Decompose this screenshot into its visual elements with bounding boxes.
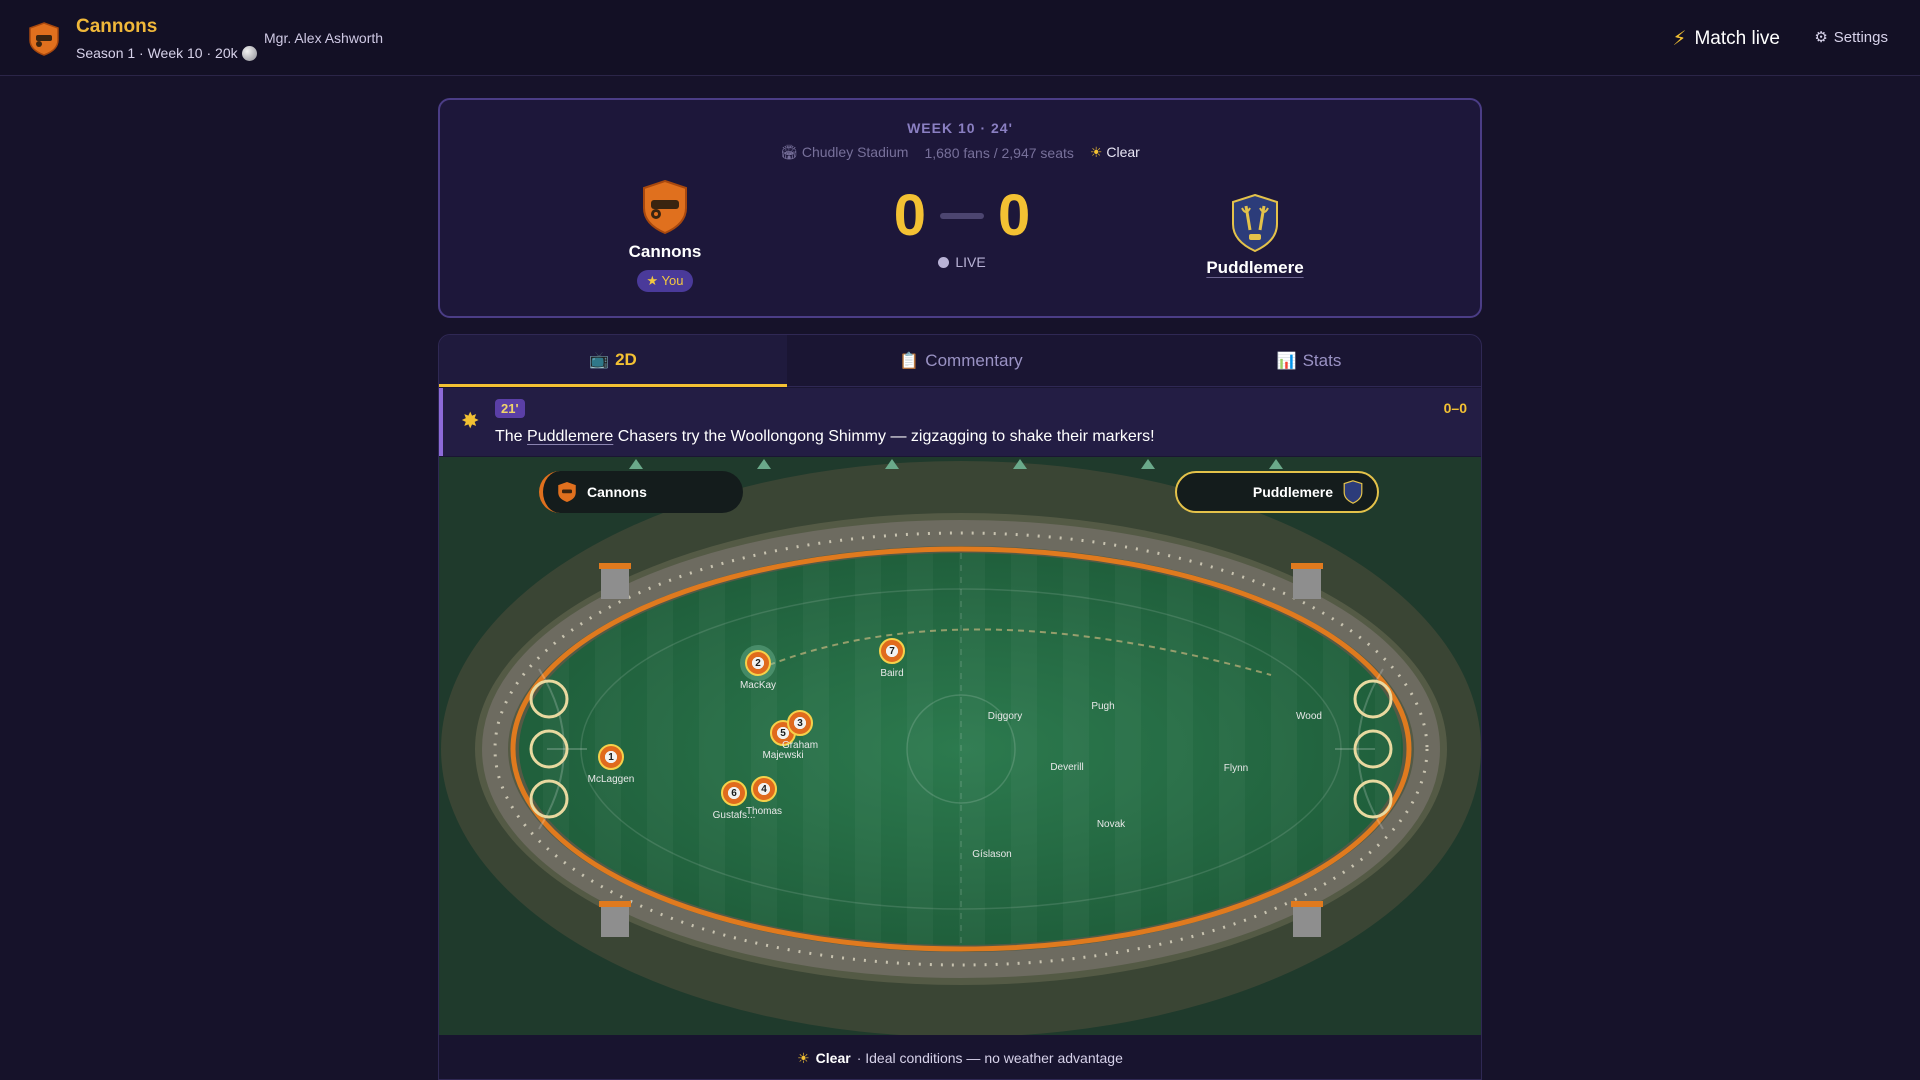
player-token[interactable]: 4 Thomas [746, 776, 782, 817]
player-token[interactable]: 2 MacKay [740, 650, 776, 691]
player-name: Majewski [762, 750, 804, 761]
scoreboard: WEEK 10 · 24' 🏟 Chudley Stadium 1,680 fa… [438, 98, 1482, 318]
away-team: Puddlemere [1190, 194, 1320, 278]
sun-icon: ☀ [797, 1049, 810, 1066]
home-team-name: Cannons [628, 242, 702, 261]
live-indicator: LIVE [880, 254, 1044, 270]
club-name[interactable]: Cannons [76, 16, 157, 38]
player-token[interactable]: 7 Baird [879, 638, 905, 679]
player-marker: 3 [787, 710, 813, 736]
tab-label: 2D [615, 349, 637, 369]
tab-label: Commentary [925, 351, 1023, 370]
sun-icon: ☀ [1089, 144, 1103, 160]
event-team-link[interactable]: Puddlemere [527, 428, 613, 445]
cannons-crest-icon[interactable] [28, 22, 60, 56]
week-minute: WEEK 10 · 24' [907, 120, 1013, 136]
event-text-end: Chasers try the Woollongong Shimmy — zig… [613, 428, 1155, 445]
player-marker: 1 [598, 744, 624, 770]
player-name: Diggory [987, 711, 1023, 722]
tab-commentary[interactable]: 📋 Commentary [787, 335, 1135, 387]
live-dot-icon [938, 256, 950, 268]
home-team: Cannons ★ You [600, 180, 730, 292]
home-score: 0 [893, 183, 926, 248]
season-text: Season 1 · Week 10 · 20k [76, 45, 238, 61]
live-label: LIVE [955, 254, 986, 270]
event-text: The Puddlemere Chasers try the Woollongo… [495, 428, 1155, 446]
cannons-crest-icon [643, 180, 687, 234]
puddlemere-crest-icon [1343, 480, 1363, 504]
home-chip-label: Cannons [587, 484, 647, 500]
latest-event: ✸ 21' The Puddlemere Chasers try the Woo… [439, 388, 1481, 456]
weather-status: ☀ Clear · Ideal conditions — no weather … [439, 1035, 1481, 1079]
player-name: Flynn [1223, 763, 1249, 774]
player-name: Gíslason [972, 849, 1012, 860]
tab-label: Stats [1302, 351, 1342, 370]
event-score: 0–0 [1443, 400, 1467, 416]
gear-icon: ⚙ [1814, 29, 1828, 46]
player-name: Thomas [745, 806, 783, 817]
away-score: 0 [998, 183, 1031, 248]
tab-stats[interactable]: 📊 Stats [1135, 335, 1481, 387]
player-name: MacKay [739, 680, 777, 691]
player-marker: 2 [745, 650, 771, 676]
match-live-button[interactable]: ⚡ Match live [1672, 26, 1780, 51]
screen-icon: 📺 [589, 351, 610, 369]
score: 0 0 LIVE [880, 183, 1044, 271]
settings-label: Settings [1833, 28, 1888, 46]
event-minute: 21' [495, 399, 525, 418]
player-name: Novak [1096, 819, 1126, 830]
manager-name: Mgr. Alex Ashworth [264, 30, 384, 46]
weather: ☀ Clear [1090, 144, 1140, 161]
away-team-chip[interactable]: Puddlemere [1175, 471, 1379, 513]
lightning-icon: ⚡ [1672, 28, 1687, 50]
weather-description: · Ideal conditions — no weather advantag… [856, 1050, 1123, 1066]
player-name: Baird [880, 668, 904, 679]
settings-button[interactable]: ⚙ Settings [1814, 28, 1888, 47]
venue-info: 🏟 Chudley Stadium 1,680 fans / 2,947 sea… [440, 144, 1480, 161]
home-team-chip[interactable]: Cannons [539, 471, 743, 513]
match-live-label: Match live [1694, 27, 1780, 49]
score-divider [940, 213, 984, 219]
player-marker: 6 [721, 780, 747, 806]
weather-title: Clear [815, 1050, 851, 1066]
bar-chart-icon: 📊 [1276, 353, 1297, 370]
away-chip-label: Puddlemere [1252, 484, 1333, 500]
season-info: Season 1 · Week 10 · 20k [76, 45, 257, 61]
coin-icon [241, 45, 257, 61]
player-marker: 4 [751, 776, 777, 802]
attendance: 1,680 fans / 2,947 seats [924, 144, 1074, 161]
view-tabs: 📺 2D 📋 Commentary 📊 Stats [439, 335, 1481, 387]
pitch-graphic [441, 459, 1481, 1035]
quidditch-pitch: Cannons Puddlemere 2 MacKay 7 Baird 5 Ma… [439, 457, 1481, 1035]
match-panel: 📺 2D 📋 Commentary 📊 Stats ✸ 21' The Pudd… [438, 334, 1482, 1080]
you-badge: ★ You [636, 270, 694, 292]
player-token[interactable]: 1 McLaggen [588, 744, 634, 785]
cannons-crest-icon [558, 482, 576, 502]
you-badge-label: You [661, 273, 684, 288]
tab-2d[interactable]: 📺 2D [439, 335, 787, 387]
puddlemere-crest-icon [1232, 194, 1278, 252]
player-token[interactable]: 6 Gustafs... [713, 780, 755, 821]
player-marker: 7 [879, 638, 905, 664]
player-name: Deverill [1050, 762, 1084, 773]
weather-label: Clear [1106, 144, 1140, 160]
player-name: Graham [781, 740, 819, 751]
clipboard-icon: 📋 [899, 353, 920, 370]
stadium-icon: 🏟 [780, 144, 798, 160]
event-text-start: The [495, 428, 528, 445]
player-name: Wood [1296, 711, 1322, 722]
away-team-name[interactable]: Puddlemere [1190, 258, 1320, 278]
stadium: 🏟 Chudley Stadium [780, 144, 908, 161]
player-token[interactable]: 3 Graham [782, 710, 818, 751]
player-name: McLaggen [587, 774, 635, 785]
stadium-name: Chudley Stadium [801, 144, 909, 160]
player-name: Pugh [1091, 701, 1115, 712]
star-burst-icon: ✸ [461, 408, 480, 433]
top-bar: Cannons Season 1 · Week 10 · 20k Mgr. Al… [0, 0, 1920, 76]
